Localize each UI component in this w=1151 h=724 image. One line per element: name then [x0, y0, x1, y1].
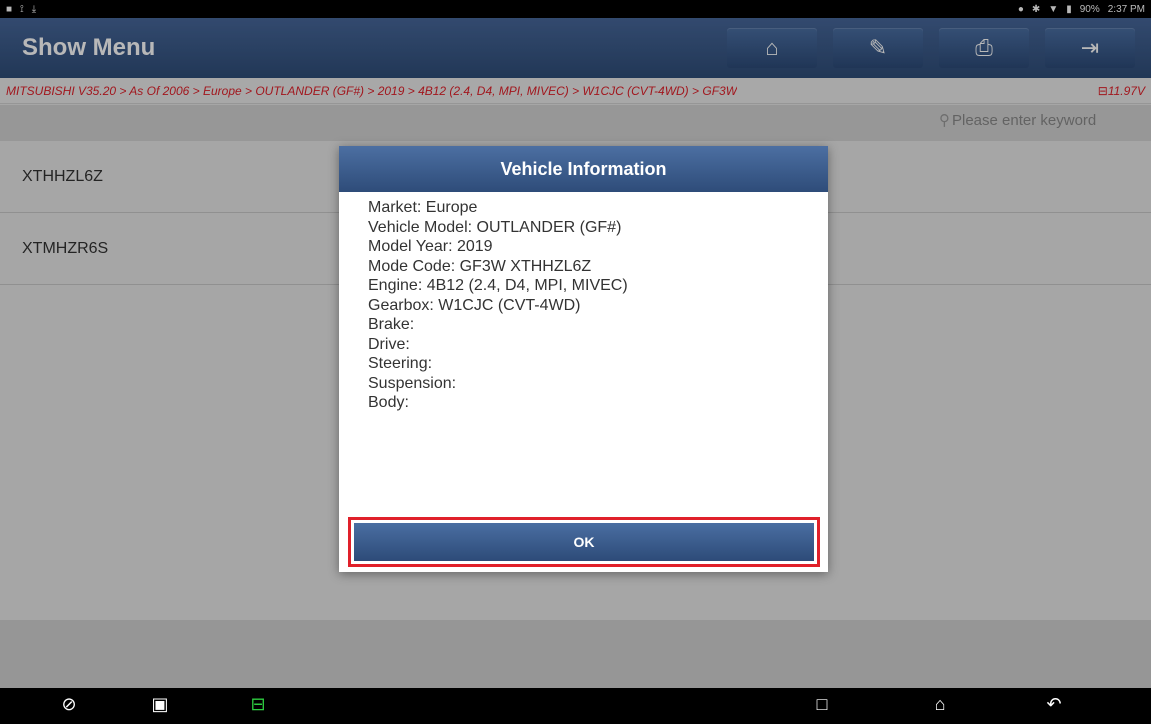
ok-button[interactable]: OK [354, 523, 814, 561]
navigation-bar: ⊘ ▣ ⊟ □ ⌂ ↶ [0, 688, 1151, 724]
info-drive: Drive: [368, 335, 410, 353]
info-brake: Brake: [368, 316, 415, 333]
diagnostic-app-icon[interactable]: ⊟ [243, 694, 273, 715]
info-market: Market: Europe [368, 199, 478, 216]
info-model-year: Model Year: 2019 [368, 238, 493, 255]
screen: ■ ⟟ ⤓ ● ✱ ▼ ▮ 90% 2:37 PM Show Menu ⌂ ✎ … [0, 0, 1151, 724]
dialog-body: Market: Europe Vehicle Model: OUTLANDER … [339, 192, 828, 413]
gallery-icon[interactable]: ▣ [145, 694, 175, 715]
info-body: Body: [368, 394, 409, 411]
info-gearbox: Gearbox: W1CJC (CVT-4WD) [368, 296, 581, 314]
info-suspension: Suspension: [368, 374, 457, 392]
info-steering: Steering: [368, 355, 433, 372]
recents-icon[interactable]: □ [807, 694, 837, 715]
info-vehicle-model: Vehicle Model: OUTLANDER (GF#) [368, 218, 622, 236]
dialog-title: Vehicle Information [339, 146, 828, 192]
home-nav-icon[interactable]: ⌂ [925, 694, 955, 715]
vehicle-info-dialog: Vehicle Information Market: Europe Vehic… [339, 146, 828, 572]
ok-highlight: OK [348, 517, 820, 567]
back-icon[interactable]: ↶ [1039, 694, 1069, 715]
browser-icon[interactable]: ⊘ [54, 694, 84, 715]
info-engine: Engine: 4B12 (2.4, D4, MPI, MIVEC) [368, 277, 628, 294]
info-mode-code: Mode Code: GF3W XTHHZL6Z [368, 257, 592, 275]
